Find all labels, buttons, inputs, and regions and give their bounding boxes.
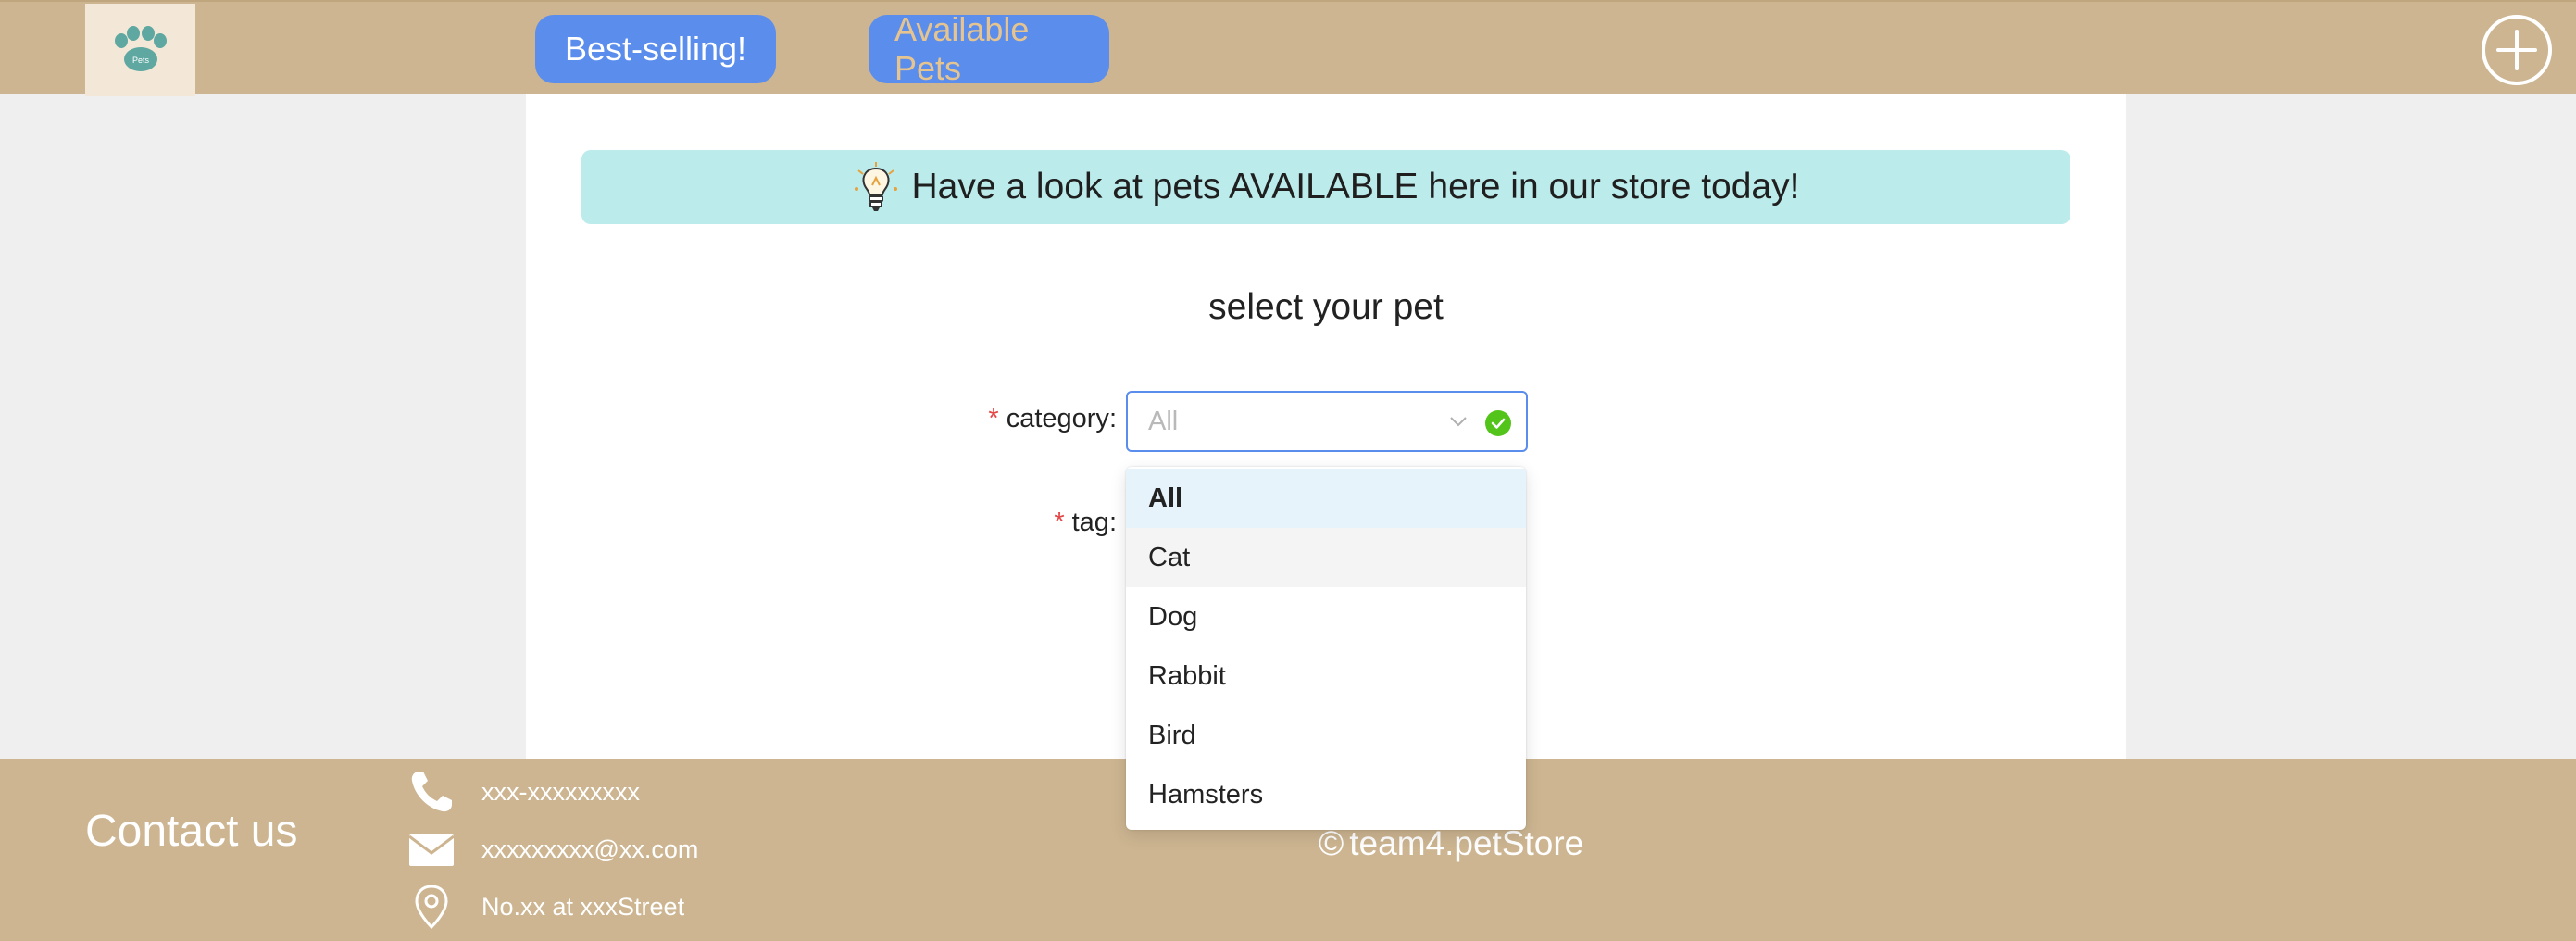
- lightbulb-icon: [854, 162, 897, 211]
- contact-phone: xxx-xxxxxxxxx: [407, 767, 640, 817]
- required-marker: *: [1054, 508, 1065, 537]
- tag-label: * tag:: [1054, 508, 1117, 538]
- best-selling-label: Best-selling!: [564, 30, 747, 68]
- required-marker: *: [988, 404, 999, 433]
- paw-logo-icon: Pets: [114, 26, 167, 71]
- phone-text: xxx-xxxxxxxxx: [481, 777, 640, 806]
- category-select-value: All: [1148, 406, 1179, 436]
- dropdown-option-bird[interactable]: Bird: [1126, 706, 1526, 765]
- contact-title: Contact us: [85, 807, 298, 856]
- category-select[interactable]: All: [1126, 391, 1528, 452]
- category-label: * category:: [988, 404, 1117, 434]
- phone-icon: [411, 772, 452, 812]
- label-colon: :: [1108, 508, 1117, 537]
- store-logo[interactable]: Pets: [85, 4, 195, 96]
- chevron-down-icon: [1450, 417, 1467, 427]
- success-check-icon: [1485, 410, 1511, 436]
- dropdown-option-rabbit[interactable]: Rabbit: [1126, 646, 1526, 706]
- info-banner: Have a look at pets AVAILABLE here in ou…: [581, 150, 2070, 224]
- top-navbar: Pets Best-selling! Available Pets: [0, 0, 2576, 96]
- category-dropdown: All Cat Dog Rabbit Bird Hamsters: [1126, 467, 1526, 830]
- dropdown-option-hamsters[interactable]: Hamsters: [1126, 765, 1526, 824]
- location-pin-icon: [415, 885, 448, 930]
- best-selling-button[interactable]: Best-selling!: [535, 15, 776, 83]
- dropdown-option-dog[interactable]: Dog: [1126, 587, 1526, 646]
- contact-address: No.xx at xxxStreet: [407, 882, 684, 932]
- add-circle-icon[interactable]: [2480, 13, 2554, 87]
- category-label-text: category: [1006, 404, 1109, 433]
- available-pets-button[interactable]: Available Pets: [869, 10, 1109, 87]
- copyright-icon: ©: [1319, 824, 1344, 862]
- email-text: xxxxxxxxx@xx.com: [481, 834, 699, 863]
- dropdown-option-all[interactable]: All: [1126, 469, 1526, 528]
- tag-label-text: tag: [1071, 508, 1109, 537]
- banner-text: Have a look at pets AVAILABLE here in ou…: [911, 167, 1800, 207]
- section-title: select your pet: [1208, 287, 1444, 327]
- label-colon: :: [1108, 404, 1117, 433]
- mail-icon: [408, 834, 455, 866]
- copyright-text: team4.petStore: [1349, 824, 1584, 862]
- address-text: No.xx at xxxStreet: [481, 892, 685, 921]
- dropdown-option-cat[interactable]: Cat: [1126, 528, 1526, 587]
- available-pets-label: Available Pets: [894, 10, 1030, 87]
- contact-email: xxxxxxxxx@xx.com: [407, 824, 698, 874]
- logo-text: Pets: [131, 56, 149, 65]
- copyright: © team4.petStore: [1319, 824, 1583, 863]
